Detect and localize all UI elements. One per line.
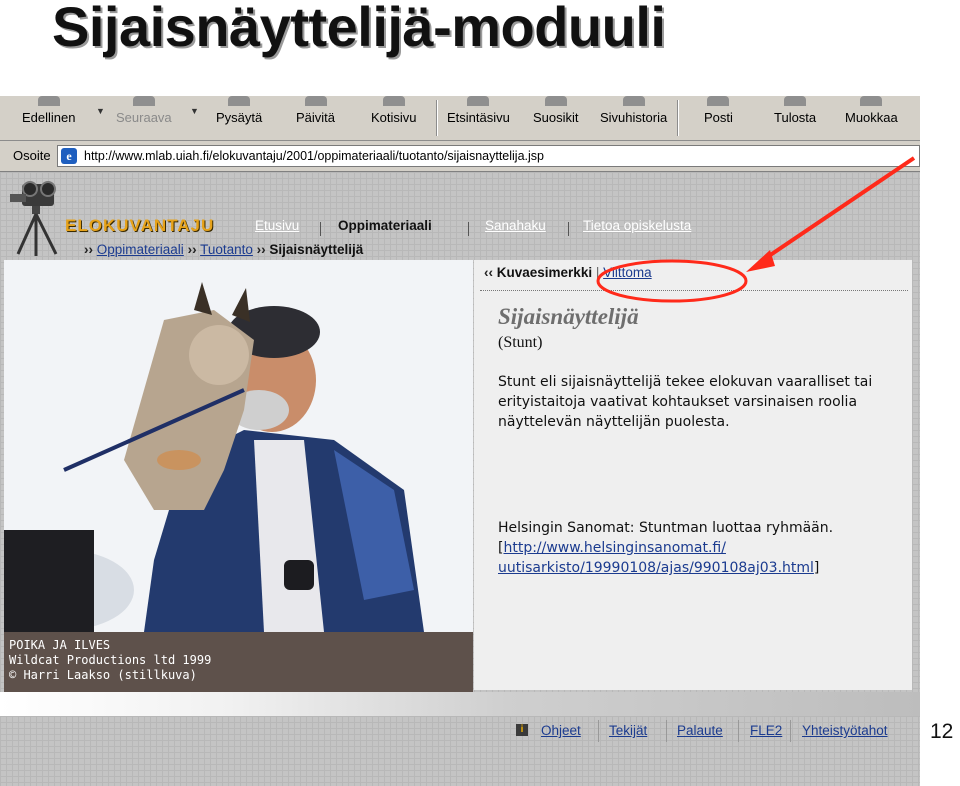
- refresh-icon: [304, 96, 327, 106]
- favorites-button[interactable]: Suosikit: [533, 96, 579, 140]
- address-url[interactable]: http://www.mlab.uiah.fi/elokuvantaju/200…: [84, 149, 544, 163]
- refresh-button[interactable]: Päivitä: [296, 96, 335, 140]
- info-icon: i: [516, 724, 528, 736]
- nav-home-link[interactable]: Etusivu: [255, 218, 299, 233]
- breadcrumb-materials-link[interactable]: Oppimateriaali: [97, 242, 184, 257]
- footer-authors-link[interactable]: Tekijät: [609, 723, 647, 738]
- history-icon: [622, 96, 645, 106]
- caption-production: Wildcat Productions ltd 1999: [9, 653, 212, 667]
- content-heading: Sijaisnäyttelijä: [498, 304, 639, 329]
- caption-title: POIKA JA ILVES: [9, 638, 111, 652]
- edit-icon: [860, 96, 883, 106]
- footer-divider: [598, 720, 599, 742]
- nav-wordsearch-link[interactable]: Sanahaku: [485, 218, 546, 233]
- toolbar-separator: [436, 100, 438, 136]
- sub-navigation: ‹‹ Kuvaesimerkki | Viittoma: [484, 265, 652, 280]
- search-icon: [467, 96, 490, 106]
- forward-arrow-icon: [132, 96, 155, 106]
- stop-icon: [228, 96, 251, 106]
- home-button[interactable]: Kotisivu: [371, 96, 417, 140]
- content-subheading: (Stunt): [498, 334, 543, 351]
- film-camera-icon: [10, 181, 58, 256]
- site-logo[interactable]: ELOKUVANTAJU: [65, 216, 214, 236]
- print-button[interactable]: Tulosta: [774, 96, 816, 140]
- content-divider: [480, 290, 908, 291]
- sub-nav-separator: |: [595, 265, 600, 280]
- breadcrumb-arrows-icon: ››: [256, 242, 266, 257]
- nav-about-link[interactable]: Tietoa opiskelusta: [583, 218, 691, 233]
- browser-window: Edellinen ▼ Seuraava ▼ Pysäytä Päivitä K…: [0, 96, 920, 786]
- browser-toolbar: Edellinen ▼ Seuraava ▼ Pysäytä Päivitä K…: [0, 96, 920, 141]
- examples-tab[interactable]: Kuvaesimerkki: [497, 265, 592, 280]
- slide-title: Sijaisnäyttelijä-moduuli: [52, 0, 666, 58]
- slide-page-number: 12: [930, 720, 954, 743]
- nav-divider: [320, 222, 321, 236]
- address-bar: Osoite e http://www.mlab.uiah.fi/elokuva…: [0, 141, 920, 172]
- nav-materials-link[interactable]: Oppimateriaali: [338, 218, 432, 233]
- footer-divider: [790, 720, 791, 742]
- caption-credit: © Harri Laakso (stillkuva): [9, 668, 197, 682]
- page-footer: i Ohjeet Tekijät Palaute FLE2 Yhteistyöt…: [0, 692, 920, 786]
- breadcrumb-arrows-icon: ››: [84, 242, 93, 257]
- back-button[interactable]: Edellinen: [22, 96, 76, 140]
- mail-button[interactable]: Posti: [704, 96, 733, 140]
- sign-language-link[interactable]: Viittoma: [603, 265, 652, 280]
- forward-dropdown-icon[interactable]: ▼: [190, 106, 199, 116]
- back-arrow-icon: [37, 96, 60, 106]
- reference-link-continued[interactable]: uutisarkisto/19990108/ajas/990108aj03.ht…: [498, 560, 814, 576]
- reference-text: Helsingin Sanomat: Stuntman luottaa ryhm…: [498, 520, 834, 536]
- stop-button[interactable]: Pysäytä: [216, 96, 262, 140]
- bracket-close: ]: [813, 560, 820, 576]
- content-panel: ‹‹ Kuvaesimerkki | Viittoma Sijaisnäytte…: [474, 260, 912, 690]
- breadcrumb-current: Sijaisnäyttelijä: [269, 242, 364, 257]
- reference-block: Helsingin Sanomat: Stuntman luottaa ryhm…: [498, 518, 908, 578]
- reference-link[interactable]: http://www.helsinginsanomat.fi/: [503, 540, 726, 556]
- forward-button[interactable]: Seuraava: [116, 96, 172, 140]
- footer-contacts-link[interactable]: Yhteistyötahot: [802, 723, 888, 738]
- edit-button[interactable]: Muokkaa: [845, 96, 898, 140]
- history-button[interactable]: Sivuhistoria: [600, 96, 667, 140]
- photo-caption: POIKA JA ILVES Wildcat Productions ltd 1…: [4, 632, 473, 692]
- favorites-icon: [544, 96, 567, 106]
- back-dropdown-icon[interactable]: ▼: [96, 106, 105, 116]
- content-body: Stunt eli sijaisnäyttelijä tekee elokuva…: [498, 374, 873, 430]
- footer-feedback-link[interactable]: Palaute: [677, 723, 723, 738]
- stunt-photo: [4, 260, 473, 632]
- search-button[interactable]: Etsintäsivu: [447, 96, 510, 140]
- footer-help-link[interactable]: Ohjeet: [541, 723, 581, 738]
- web-page: ELOKUVANTAJU Etusivu Oppimateriaali Sana…: [0, 172, 920, 786]
- footer-fle2-link[interactable]: FLE2: [750, 723, 782, 738]
- address-label: Osoite: [13, 148, 51, 163]
- nav-divider: [468, 222, 469, 236]
- address-input[interactable]: e http://www.mlab.uiah.fi/elokuvantaju/2…: [57, 145, 920, 167]
- breadcrumb-arrows-icon: ››: [187, 242, 197, 257]
- back-arrows-icon: ‹‹: [484, 265, 493, 280]
- print-icon: [784, 96, 807, 106]
- footer-divider: [666, 720, 667, 742]
- home-icon: [382, 96, 405, 106]
- footer-divider: [738, 720, 739, 742]
- mail-icon: [707, 96, 730, 106]
- nav-divider: [568, 222, 569, 236]
- breadcrumb: ›› Oppimateriaali ›› Tuotanto ›› Sijaisn…: [84, 242, 363, 257]
- page-icon: e: [61, 148, 77, 164]
- breadcrumb-production-link[interactable]: Tuotanto: [200, 242, 253, 257]
- toolbar-separator: [677, 100, 679, 136]
